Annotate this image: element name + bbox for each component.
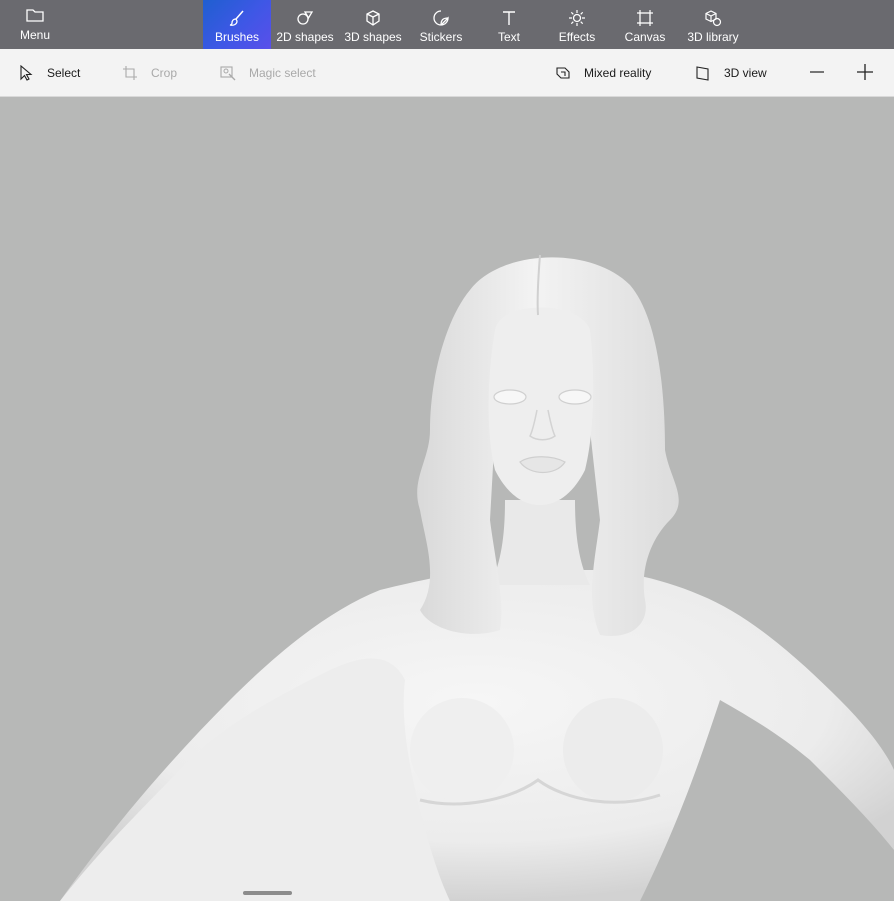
tab-effects[interactable]: Effects (543, 0, 611, 49)
tab-brushes[interactable]: Brushes (203, 0, 271, 49)
mixed-reality-label: Mixed reality (584, 66, 652, 80)
zoom-in-button[interactable] (855, 63, 875, 83)
tab-canvas[interactable]: Canvas (611, 0, 679, 49)
shapes-2d-icon (296, 9, 314, 27)
3d-model-figure[interactable] (0, 97, 894, 901)
neck-shape (490, 500, 590, 585)
tab-label: 3D library (687, 30, 739, 44)
left-eye (493, 389, 527, 405)
sun-icon (568, 9, 586, 27)
tab-3d-library[interactable]: 3D library (679, 0, 747, 49)
3d-view-button[interactable]: 3D view (694, 49, 767, 97)
folder-icon (26, 8, 44, 28)
3d-view-icon (694, 64, 712, 82)
zoom-out-button[interactable] (807, 63, 827, 83)
tab-stickers[interactable]: Stickers (407, 0, 475, 49)
cube-icon (364, 9, 382, 27)
tab-label: 3D shapes (344, 30, 402, 44)
mixed-reality-button[interactable]: Mixed reality (554, 49, 651, 97)
select-label: Select (47, 66, 81, 80)
top-ribbon: Menu Brushes 2D shapes 3D shapes Sticker… (0, 0, 894, 49)
crop-button[interactable]: Crop (121, 49, 177, 97)
mixed-reality-icon (554, 64, 572, 82)
crop-label: Crop (151, 66, 178, 80)
tab-text[interactable]: Text (475, 0, 543, 49)
plus-icon (856, 63, 874, 84)
library-icon (704, 9, 722, 27)
command-bar: Select Crop Magic select Mixed reality 3… (0, 49, 894, 97)
tab-label: Brushes (214, 30, 260, 44)
scroll-handle[interactable] (243, 891, 292, 895)
minus-icon (809, 64, 825, 83)
select-button[interactable]: Select (17, 49, 80, 97)
sticker-icon (432, 9, 450, 27)
magic-select-button[interactable]: Magic select (219, 49, 316, 97)
face-shape (488, 307, 594, 505)
brush-icon (228, 9, 246, 27)
tab-label: Stickers (419, 30, 463, 44)
canvas-icon (636, 9, 654, 27)
tab-label: Canvas (624, 30, 666, 44)
menu-label: Menu (19, 27, 51, 42)
tab-label: Text (497, 30, 520, 44)
tab-strip: Brushes 2D shapes 3D shapes Stickers Tex… (203, 0, 747, 49)
chest-left (410, 698, 514, 802)
magic-select-icon (219, 64, 237, 82)
tab-label: 2D shapes (276, 30, 334, 44)
3d-view-label: 3D view (724, 66, 767, 80)
tab-2d-shapes[interactable]: 2D shapes (271, 0, 339, 49)
tab-label: Effects (558, 30, 596, 44)
right-eye (558, 389, 592, 405)
crop-icon (121, 64, 139, 82)
canvas-area[interactable] (0, 97, 894, 901)
tab-3d-shapes[interactable]: 3D shapes (339, 0, 407, 49)
cursor-icon (17, 64, 35, 82)
text-icon (500, 9, 518, 27)
chest-right (563, 698, 663, 802)
magic-select-label: Magic select (249, 66, 316, 80)
menu-button[interactable]: Menu (0, 0, 70, 49)
